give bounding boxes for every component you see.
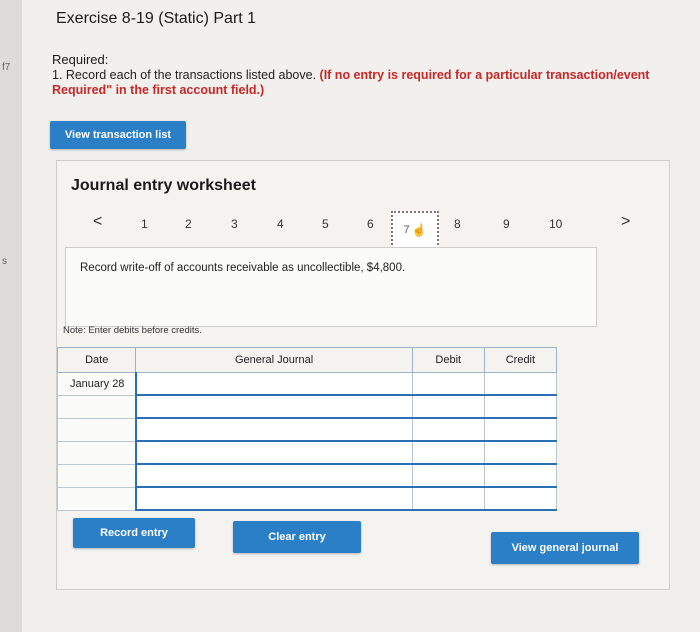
debit-credit-note: Note: Enter debits before credits. bbox=[63, 325, 202, 336]
table-row bbox=[56, 440, 558, 465]
view-transaction-list-button[interactable]: View transaction list bbox=[50, 121, 186, 149]
worksheet-title: Journal entry worksheet bbox=[71, 177, 256, 194]
credit-input[interactable] bbox=[483, 440, 558, 465]
table-row bbox=[56, 463, 558, 488]
account-input[interactable] bbox=[134, 394, 413, 419]
page-tab-3[interactable]: 3 bbox=[231, 217, 238, 231]
transaction-description-box: Record write-off of accounts receivable … bbox=[65, 247, 597, 327]
account-input[interactable] bbox=[134, 486, 413, 511]
account-input[interactable] bbox=[134, 440, 413, 465]
page-tab-8[interactable]: 8 bbox=[454, 217, 461, 231]
table-row: January 28 bbox=[56, 372, 558, 396]
journal-table: Date General Journal Debit Credit Januar… bbox=[56, 347, 558, 511]
account-input[interactable] bbox=[134, 372, 413, 396]
left-sidebar: f7 s bbox=[0, 0, 23, 632]
page-tab-10[interactable]: 10 bbox=[549, 217, 562, 231]
page-tab-6[interactable]: 6 bbox=[367, 217, 374, 231]
page-tab-1[interactable]: 1 bbox=[141, 217, 148, 231]
hand-cursor-icon: ☝ bbox=[411, 223, 427, 237]
date-cell[interactable] bbox=[56, 417, 137, 442]
main-page: Exercise 8-19 (Static) Part 1 Required: … bbox=[22, 0, 700, 632]
credit-input[interactable] bbox=[483, 486, 558, 511]
date-cell[interactable]: January 28 bbox=[56, 372, 137, 396]
credit-header: Credit bbox=[483, 347, 558, 373]
required-label: Required: bbox=[52, 52, 109, 67]
page-tab-9[interactable]: 9 bbox=[503, 217, 510, 231]
account-input[interactable] bbox=[134, 463, 413, 488]
date-cell[interactable] bbox=[56, 486, 137, 511]
required-emphasis: (If no entry is required for a particula… bbox=[319, 68, 650, 82]
general-journal-header: General Journal bbox=[135, 347, 413, 373]
table-row bbox=[56, 394, 558, 419]
page-tab-7-active[interactable]: 7 ☝ bbox=[391, 211, 439, 249]
date-cell[interactable] bbox=[56, 394, 137, 419]
record-entry-button[interactable]: Record entry bbox=[73, 518, 195, 548]
debit-input[interactable] bbox=[411, 440, 485, 465]
required-instructions: 1. Record each of the transactions liste… bbox=[52, 68, 700, 98]
view-general-journal-button[interactable]: View general journal bbox=[491, 532, 639, 564]
debit-input[interactable] bbox=[411, 372, 485, 396]
table-row bbox=[56, 486, 558, 511]
required-emphasis-line2: Required" in the first account field.) bbox=[52, 83, 265, 97]
active-page-label: 7 bbox=[403, 224, 410, 236]
sidebar-mark-2: s bbox=[2, 256, 7, 267]
debit-header: Debit bbox=[411, 347, 485, 373]
credit-input[interactable] bbox=[483, 417, 558, 442]
page-tab-5[interactable]: 5 bbox=[322, 217, 329, 231]
journal-table-header: Date General Journal Debit Credit bbox=[56, 347, 558, 373]
page-tab-4[interactable]: 4 bbox=[277, 217, 284, 231]
date-cell[interactable] bbox=[56, 463, 137, 488]
debit-input[interactable] bbox=[411, 463, 485, 488]
prev-page-arrow[interactable]: < bbox=[93, 213, 102, 231]
credit-input[interactable] bbox=[483, 463, 558, 488]
date-header: Date bbox=[56, 347, 137, 373]
required-text: 1. Record each of the transactions liste… bbox=[52, 68, 317, 82]
transaction-description: Record write-off of accounts receivable … bbox=[80, 262, 406, 274]
debit-input[interactable] bbox=[411, 417, 485, 442]
journal-entry-worksheet: Journal entry worksheet < 1 2 3 4 5 6 7 … bbox=[56, 160, 670, 590]
page-tab-2[interactable]: 2 bbox=[185, 217, 192, 231]
next-page-arrow[interactable]: > bbox=[621, 213, 630, 231]
debit-input[interactable] bbox=[411, 486, 485, 511]
date-cell[interactable] bbox=[56, 440, 137, 465]
account-input[interactable] bbox=[134, 417, 413, 442]
debit-input[interactable] bbox=[411, 394, 485, 419]
table-row bbox=[56, 417, 558, 442]
credit-input[interactable] bbox=[483, 372, 558, 396]
worksheet-pager: < 1 2 3 4 5 6 7 ☝ 8 9 10 > bbox=[67, 211, 657, 249]
sidebar-mark-1: f7 bbox=[2, 62, 11, 73]
page-title: Exercise 8-19 (Static) Part 1 bbox=[56, 10, 257, 27]
clear-entry-button[interactable]: Clear entry bbox=[233, 521, 361, 553]
credit-input[interactable] bbox=[483, 394, 558, 419]
